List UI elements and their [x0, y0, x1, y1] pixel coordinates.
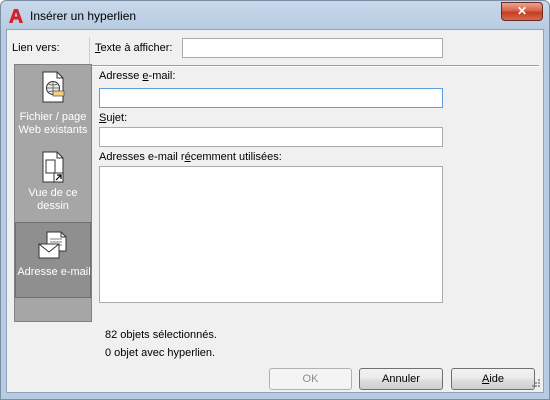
sidebar-item-label: dessin [37, 200, 69, 212]
email-address-input[interactable] [99, 88, 443, 108]
sidebar-item-label: Vue de ce [28, 187, 78, 199]
resize-grip-icon[interactable] [529, 378, 541, 390]
header-divider [89, 37, 90, 64]
subject-input[interactable] [99, 127, 443, 147]
recent-emails-list[interactable] [99, 166, 443, 303]
subject-label: Sujet: [99, 112, 128, 124]
sidebar-item-label: Web existants [18, 124, 88, 136]
link-type-sidebar: Fichier / page Web existants Vue de ce d… [14, 64, 92, 322]
sidebar-item-drawing-view[interactable]: Vue de ce dessin [15, 147, 91, 221]
help-button[interactable]: Aide [451, 368, 535, 390]
sidebar-item-email[interactable]: Adresse e-mail [15, 222, 91, 298]
sidebar-item-existing-file[interactable]: Fichier / page Web existants [15, 65, 91, 141]
drawing-view-icon [42, 151, 64, 183]
hyperlink-objects-count: 0 objet avec hyperlien. [105, 347, 216, 359]
dialog-window: Insérer un hyperlien ✕ Lien vers: Texte … [0, 0, 550, 400]
email-icon [38, 231, 67, 259]
title-bar[interactable]: Insérer un hyperlien ✕ [1, 1, 549, 31]
link-to-label: Lien vers: [12, 42, 60, 54]
sidebar-item-label: Fichier / page [19, 111, 87, 123]
window-title: Insérer un hyperlien [30, 9, 137, 23]
recent-emails-label: Adresses e-mail récemment utilisées: [99, 151, 282, 163]
close-button[interactable]: ✕ [501, 2, 543, 21]
ok-button[interactable]: OK [269, 368, 352, 390]
email-address-label: Adresse e-mail: [99, 70, 176, 82]
cancel-button[interactable]: Annuler [359, 368, 443, 390]
web-file-icon [42, 71, 65, 103]
autocad-logo-icon [9, 9, 23, 23]
sidebar-item-label: Adresse e-mail [17, 266, 91, 278]
display-text-input[interactable] [182, 38, 443, 58]
dialog-body: Lien vers: Texte à afficher: Fichier / p… [6, 29, 544, 393]
display-text-label: Texte à afficher: [95, 42, 173, 54]
selected-objects-count: 82 objets sélectionnés. [105, 329, 217, 341]
horizontal-divider [92, 65, 539, 67]
close-icon: ✕ [516, 4, 528, 18]
